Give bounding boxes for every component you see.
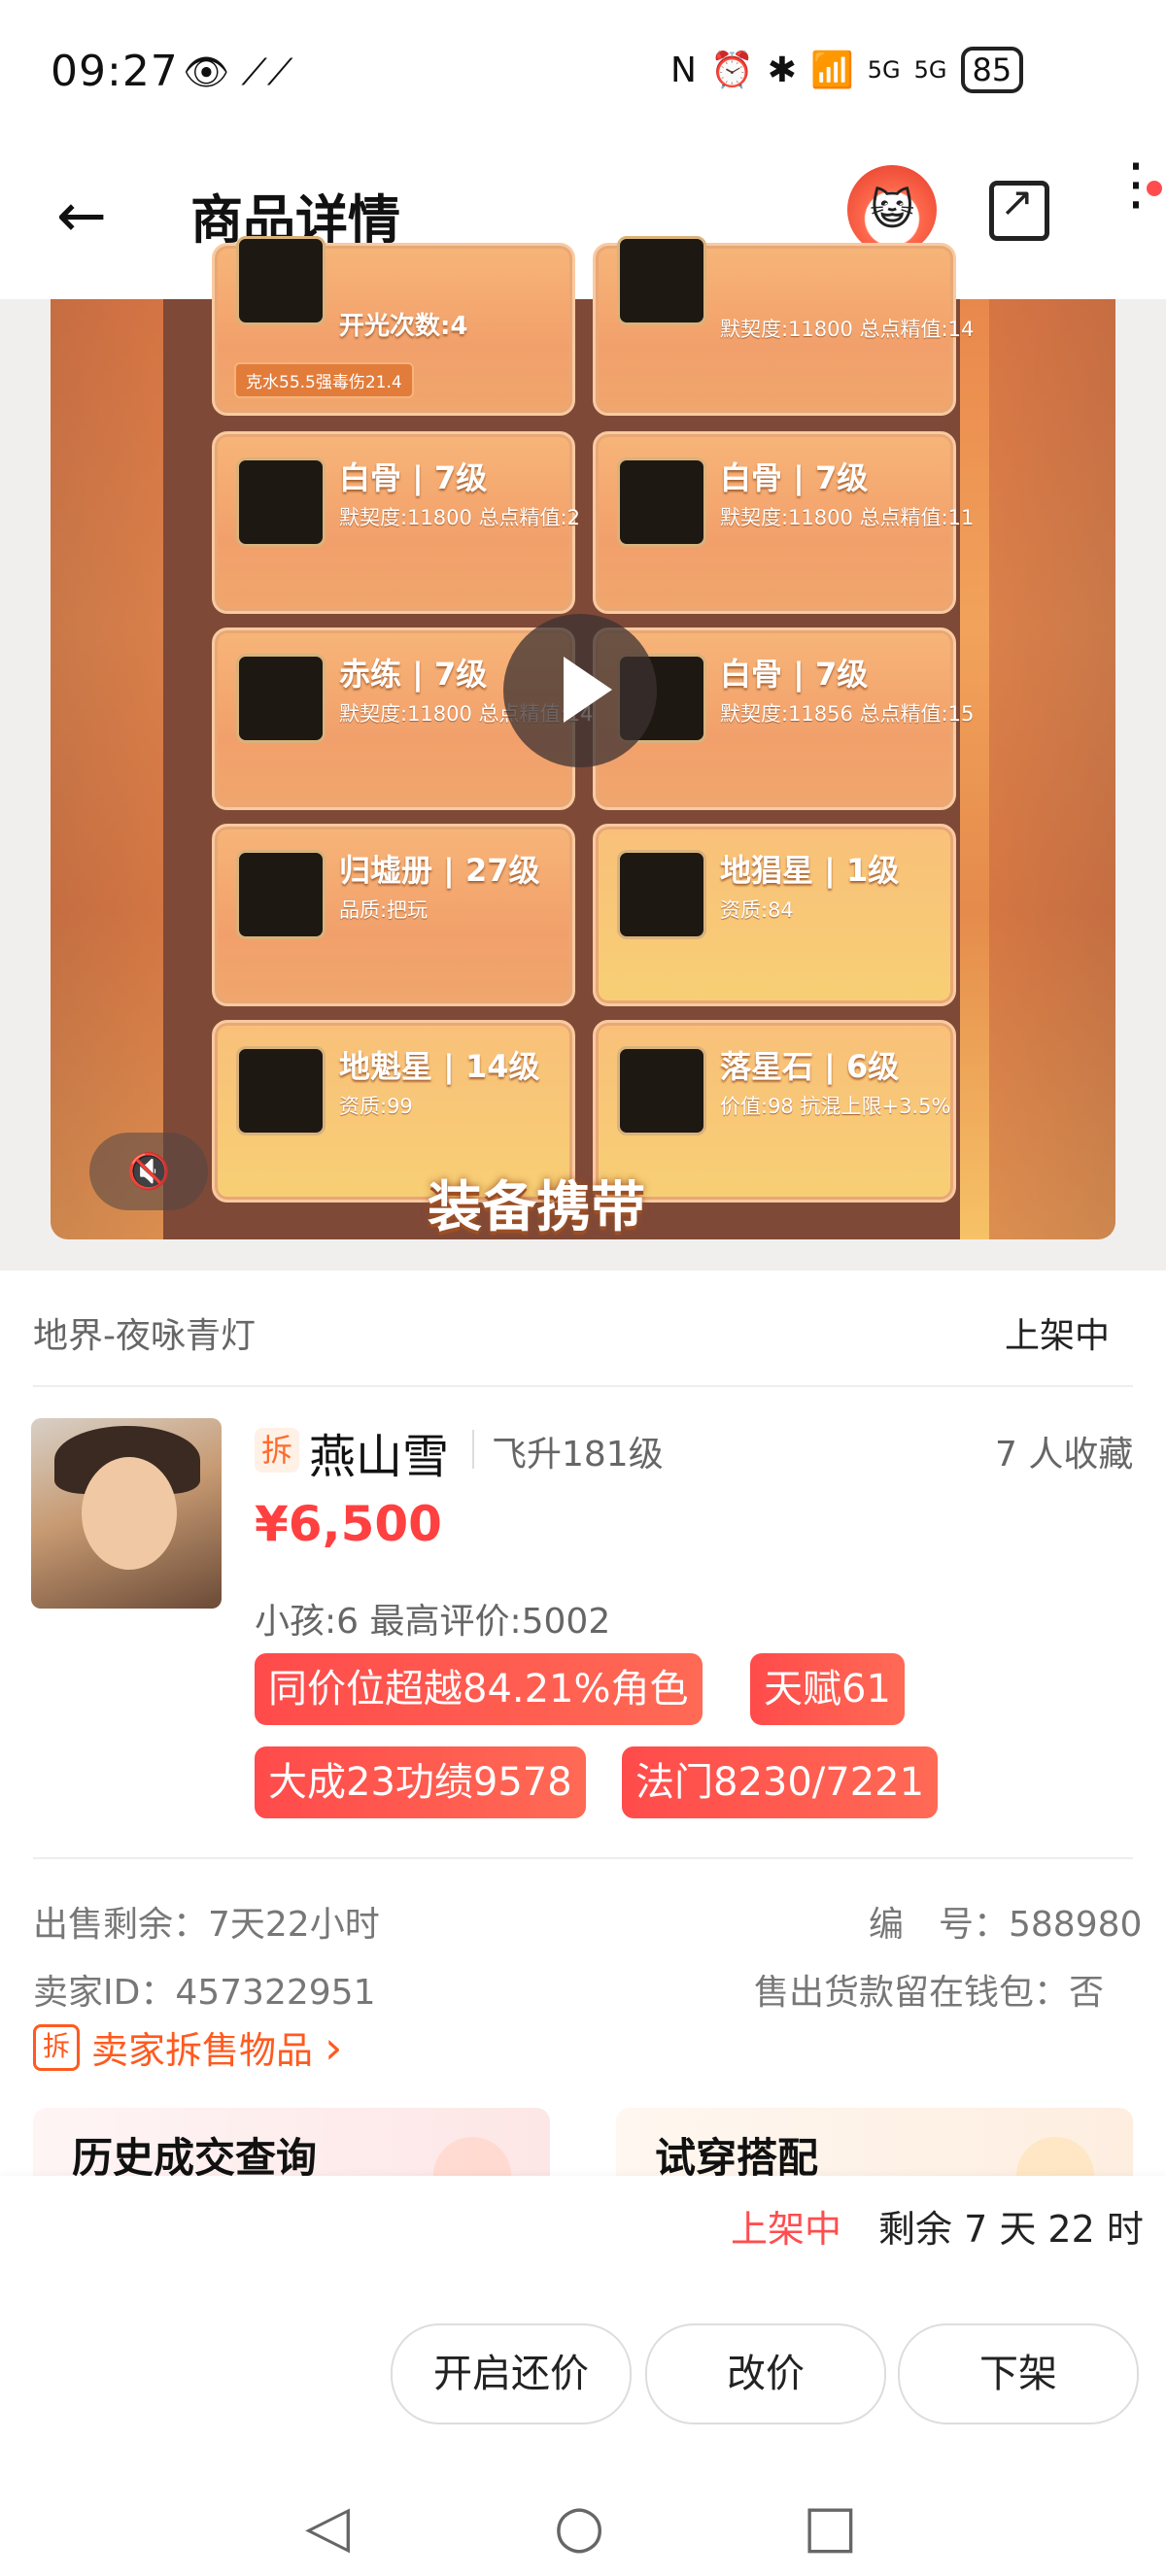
equipment-stats: 资质:99	[339, 1095, 413, 1118]
clock: 09:27	[51, 47, 179, 96]
status-icons-right: N ⏰ ✱ 📶 5G 5G 85	[670, 47, 1024, 93]
enable-counteroffer-button[interactable]: 开启还价	[391, 2323, 632, 2424]
signal-5g-icon: 5G	[867, 56, 901, 84]
equipment-image	[236, 1046, 326, 1135]
character-avatar	[31, 1418, 222, 1609]
decor-circle	[1016, 2137, 1094, 2176]
equipment-stats: 资质:84	[720, 898, 794, 922]
equipment-image	[236, 458, 326, 547]
listing-status: 上架中	[1005, 1316, 1111, 1356]
nav-recent-icon[interactable]: □	[803, 2492, 858, 2560]
item-number: 编 号：588980	[869, 1905, 1143, 1945]
nav-home-icon[interactable]: ○	[554, 2492, 604, 2560]
try-on-card[interactable]: 试穿搭配	[616, 2108, 1133, 2176]
equipment-card: 白骨 | 7级 默契度:11800 总点精值:2	[212, 431, 580, 614]
seller-split-items-label: 卖家拆售物品	[91, 2029, 314, 2072]
equipment-stats: 默契度:11800 总点精值:2	[339, 506, 580, 529]
tag-method: 法门8230/7221	[622, 1746, 939, 1818]
character-meta: 小孩:6 最高评价:5002	[255, 1602, 611, 1642]
seller-split-items-link[interactable]: 拆 卖家拆售物品 ›	[33, 2020, 342, 2074]
divider	[33, 1385, 1133, 1387]
alarm-icon: ⏰	[709, 51, 754, 90]
more-options-icon[interactable]: ⋮	[1108, 155, 1164, 212]
equipment-image	[617, 850, 706, 939]
tag-price-rank: 同价位超越84.21%角色	[255, 1653, 703, 1725]
equipment-image	[236, 654, 326, 743]
equipment-stats: 默契度:11800 总点精值:11	[720, 506, 975, 529]
equipment-name: 赤练 | 7级	[339, 656, 488, 693]
tag-achievement: 大成23功绩9578	[255, 1746, 586, 1818]
equipment-name: 地魁星 | 14级	[339, 1048, 540, 1085]
tag-talent: 天赋61	[750, 1653, 905, 1725]
play-icon[interactable]	[503, 614, 657, 767]
bottom-status: 上架中	[731, 2208, 842, 2251]
sale-remaining: 出售剩余：7天22小时	[33, 1905, 380, 1945]
equipment-stats: 价值:98 抗混上限+3.5%	[720, 1095, 951, 1118]
change-price-button[interactable]: 改价	[645, 2323, 886, 2424]
separator	[472, 1430, 474, 1469]
equipment-name: 开光次数:4	[339, 312, 468, 341]
equipment-name: 白骨 | 7级	[720, 459, 869, 496]
equipment-card: 归墟册 | 27级 品质:把玩	[212, 824, 575, 1006]
equipment-name: 归墟册 | 27级	[339, 852, 540, 889]
share-icon[interactable]	[989, 178, 1049, 241]
signal-5g-icon-2: 5G	[913, 56, 947, 84]
try-on-title: 试穿搭配	[655, 2134, 819, 2176]
mute-icon[interactable]: 🔇	[89, 1133, 208, 1210]
equipment-stats: 品质:把玩	[339, 898, 429, 922]
split-icon: 拆	[33, 2023, 80, 2071]
video-banner-text: 装备携带	[428, 1176, 645, 1239]
mascot-avatar-icon[interactable]: 😺	[847, 165, 937, 254]
equipment-card: 白骨 | 7级 默契度:11800 总点精值:11	[593, 431, 974, 614]
favorites-count: 7 人收藏	[995, 1435, 1134, 1474]
divider	[33, 1857, 1133, 1859]
delist-button[interactable]: 下架	[898, 2323, 1139, 2424]
server-name: 地界-夜咏青灯	[33, 1316, 256, 1356]
equipment-name: 白骨 | 7级	[720, 656, 869, 693]
nfc-icon: N	[670, 50, 697, 90]
notification-dot	[1147, 181, 1162, 196]
equipment-name: 白骨 | 7级	[339, 459, 488, 496]
wifi-icon: 📶	[809, 51, 854, 90]
bottom-remaining: 剩余 7 天 22 时	[878, 2208, 1144, 2251]
equipment-image	[236, 236, 326, 325]
equipment-name: 落星石 | 6级	[720, 1048, 900, 1085]
price: ¥6,500	[255, 1496, 442, 1552]
equipment-name: 地猖星 | 1级	[720, 852, 900, 889]
equipment-stats: 默契度:11856 总点精值:15	[720, 702, 975, 726]
history-query-title: 历史成交查询	[72, 2134, 318, 2176]
history-query-card[interactable]: 历史成交查询	[33, 2108, 550, 2176]
split-badge-icon: 拆	[255, 1428, 299, 1473]
decor-circle	[433, 2137, 511, 2176]
character-face	[82, 1457, 177, 1570]
equipment-image	[617, 1046, 706, 1135]
character-name: 燕山雪	[309, 1430, 450, 1484]
seller-id: 卖家ID：457322951	[33, 1973, 376, 2013]
back-arrow-icon[interactable]: ←	[56, 180, 107, 251]
nav-back-icon[interactable]: ◁	[305, 2492, 350, 2560]
equipment-image	[617, 236, 706, 325]
equipment-card: 默契度:11800 总点精值:14	[593, 236, 974, 416]
equipment-image	[617, 458, 706, 547]
battery-icon: 85	[960, 47, 1024, 93]
equipment-card: 开光次数:4 克水55.5强毒伤21.4	[212, 236, 575, 416]
equipment-image	[236, 850, 326, 939]
status-bar: 09:27 👁 ⟋⟋ N ⏰ ✱ 📶 5G 5G 85	[0, 0, 1166, 146]
wallet-setting: 售出货款留在钱包：否	[754, 1973, 1105, 2013]
status-icons-left: 👁 ⟋⟋	[183, 51, 293, 93]
equipment-card: 落星石 | 6级 价值:98 抗混上限+3.5%	[593, 1020, 956, 1203]
bluetooth-icon: ✱	[767, 50, 797, 90]
chevron-right-icon: ›	[325, 2020, 343, 2074]
equipment-tag: 克水55.5强毒伤21.4	[234, 362, 414, 398]
character-level: 飞升181级	[492, 1435, 664, 1474]
equipment-card: 地猖星 | 1级 资质:84	[593, 824, 956, 1006]
equipment-stats: 默契度:11800 总点精值:14	[720, 318, 975, 341]
